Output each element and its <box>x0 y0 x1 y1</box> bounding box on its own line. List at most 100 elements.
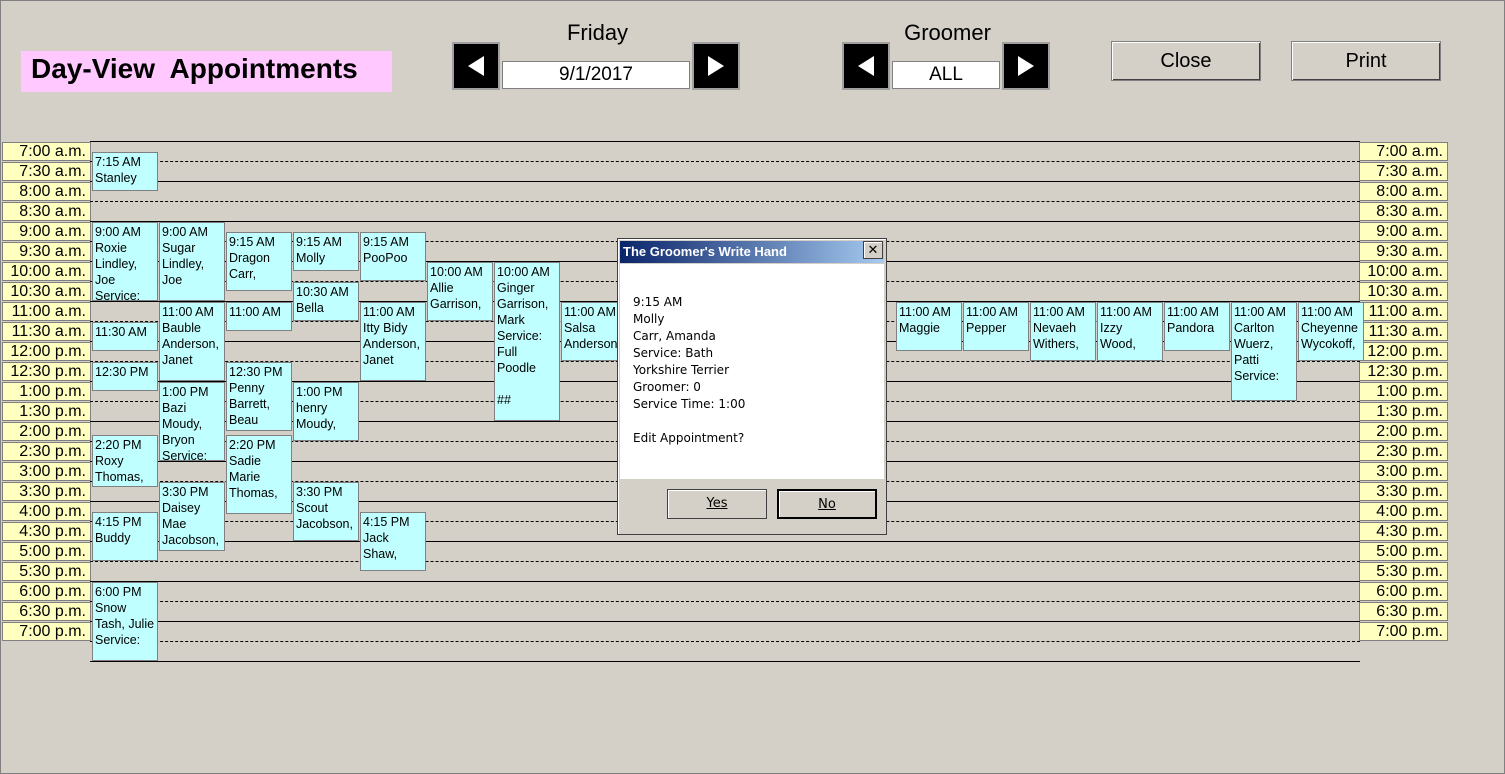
prev-groomer-button[interactable] <box>842 42 890 90</box>
time-label-left: 11:00 a.m. <box>2 302 91 321</box>
time-label-left: 12:30 p.m. <box>2 362 91 381</box>
time-label-right: 7:00 a.m. <box>1359 142 1448 161</box>
appointment-block[interactable]: 10:00 AM Ginger Garrison, Mark Service: … <box>494 262 560 421</box>
appointment-block[interactable]: 11:00 AM Pandora <box>1164 302 1230 351</box>
dialog-line: Carr, Amanda <box>633 329 716 343</box>
dialog-title: The Groomer's Write Hand <box>620 241 884 263</box>
time-label-right: 1:30 p.m. <box>1359 402 1448 421</box>
dialog-message: 9:15 AM Molly Carr, Amanda Service: Bath Yor… <box>620 264 884 479</box>
grid-line <box>90 561 1360 562</box>
appointment-block[interactable]: 11:00 AM Bauble Anderson, Janet <box>159 302 225 381</box>
groomer-field[interactable]: ALL <box>892 61 1000 89</box>
time-label-right: 2:30 p.m. <box>1359 442 1448 461</box>
appointment-block[interactable]: 11:00 AM <box>226 302 292 331</box>
grid-line <box>90 541 1360 542</box>
appointment-block[interactable]: 2:20 PM Roxy Thomas, <box>92 435 158 487</box>
arrow-right-icon <box>708 56 724 76</box>
next-day-button[interactable] <box>692 42 740 90</box>
prev-day-button[interactable] <box>452 42 500 90</box>
time-label-left: 4:00 p.m. <box>2 502 91 521</box>
appointment-block[interactable]: 11:00 AM Pepper <box>963 302 1029 351</box>
time-label-left: 1:00 p.m. <box>2 382 91 401</box>
dialog-line: Yorkshire Terrier <box>633 363 729 377</box>
time-label-left: 5:30 p.m. <box>2 562 91 581</box>
grid-line <box>90 581 1360 582</box>
time-label-left: 6:00 p.m. <box>2 582 91 601</box>
grid-line <box>90 201 1360 202</box>
appointment-block[interactable]: 3:30 PM Scout Jacobson, <box>293 482 359 541</box>
grid-line <box>90 141 1360 142</box>
time-label-left: 4:30 p.m. <box>2 522 91 541</box>
time-label-left: 2:00 p.m. <box>2 422 91 441</box>
appointment-block[interactable]: 12:30 PM <box>92 362 158 391</box>
time-label-left: 6:30 p.m. <box>2 602 91 621</box>
close-icon: ✕ <box>867 242 879 257</box>
time-label-left: 8:00 a.m. <box>2 182 91 201</box>
print-button[interactable]: Print <box>1291 41 1441 81</box>
groomer-label: Groomer <box>904 20 991 45</box>
time-label-left: 2:30 p.m. <box>2 442 91 461</box>
grid-line <box>90 641 1360 642</box>
appointment-block[interactable]: 3:30 PM Daisey Mae Jacobson, <box>159 482 225 551</box>
appointment-block[interactable]: 6:00 PM Snow Tash, Julie Service: <box>92 582 158 661</box>
next-groomer-button[interactable] <box>1002 42 1050 90</box>
time-label-left: 12:00 p.m. <box>2 342 91 361</box>
time-label-right: 3:00 p.m. <box>1359 462 1448 481</box>
appointment-block[interactable]: 7:15 AM Stanley <box>92 152 158 191</box>
time-label-right: 9:00 a.m. <box>1359 222 1448 241</box>
time-label-left: 3:00 p.m. <box>2 462 91 481</box>
time-label-left: 7:30 a.m. <box>2 162 91 181</box>
appointment-block[interactable]: 1:00 PM Bazi Moudy, Bryon Service: <box>159 382 225 461</box>
date-field[interactable]: 9/1/2017 <box>502 61 690 89</box>
appointment-block[interactable]: 11:00 AM Nevaeh Withers, <box>1030 302 1096 361</box>
appointment-block[interactable]: 11:30 AM <box>92 322 158 351</box>
time-label-left: 3:30 p.m. <box>2 482 91 501</box>
appointment-block[interactable]: 11:00 AM Maggie <box>896 302 962 351</box>
appointment-block[interactable]: 11:00 AM Carlton Wuerz, Patti Service: <box>1231 302 1297 401</box>
arrow-left-icon <box>468 56 484 76</box>
grid-line <box>90 621 1360 622</box>
appointment-block[interactable]: 9:15 AM Molly <box>293 232 359 271</box>
close-button[interactable]: Close <box>1111 41 1261 81</box>
appointment-block[interactable]: 4:15 PM Buddy <box>92 512 158 561</box>
dialog-line: 9:15 AM <box>633 295 683 309</box>
dialog-close-button[interactable]: ✕ <box>863 241 883 259</box>
appointment-block[interactable]: 9:00 AM Roxie Lindley, Joe Service: <box>92 222 158 301</box>
time-label-right: 11:00 a.m. <box>1359 302 1448 321</box>
time-label-left: 7:00 p.m. <box>2 622 91 641</box>
dialog-line <box>633 413 884 430</box>
time-label-right: 6:00 p.m. <box>1359 582 1448 601</box>
appointment-block[interactable]: 1:00 PM henry Moudy, <box>293 382 359 441</box>
time-label-right: 7:30 a.m. <box>1359 162 1448 181</box>
appointment-block[interactable]: 9:15 AM PooPoo <box>360 232 426 281</box>
appointment-block[interactable]: 11:00 AM Itty Bidy Anderson, Janet <box>360 302 426 381</box>
dialog-line: Edit Appointment? <box>633 431 745 445</box>
time-label-right: 6:30 p.m. <box>1359 602 1448 621</box>
dialog-line: Service Time: 1:00 <box>633 397 746 411</box>
appointment-block[interactable]: 12:30 PM Penny Barrett, Beau <box>226 362 292 431</box>
appointment-block[interactable]: 2:20 PM Sadie Marie Thomas, <box>226 435 292 514</box>
appointment-block[interactable]: 11:00 AM Izzy Wood, <box>1097 302 1163 361</box>
time-label-right: 4:00 p.m. <box>1359 502 1448 521</box>
time-label-right: 12:30 p.m. <box>1359 362 1448 381</box>
time-label-right: 2:00 p.m. <box>1359 422 1448 441</box>
time-label-right: 10:30 a.m. <box>1359 282 1448 301</box>
time-label-left: 9:00 a.m. <box>2 222 91 241</box>
appointment-block[interactable]: 10:00 AM Allie Garrison, <box>427 262 493 321</box>
time-label-left: 7:00 a.m. <box>2 142 91 161</box>
yes-button[interactable]: Yes <box>667 489 767 519</box>
appointment-block[interactable]: 11:00 AM Cheyenne Wycokoff, <box>1298 302 1364 361</box>
appointment-block[interactable]: 10:30 AM Bella <box>293 282 359 321</box>
no-button[interactable]: No <box>777 489 877 519</box>
arrow-left-icon <box>858 56 874 76</box>
grid-line <box>90 221 1360 222</box>
appointment-block[interactable]: 9:00 AM Sugar Lindley, Joe <box>159 222 225 301</box>
time-label-right: 3:30 p.m. <box>1359 482 1448 501</box>
grid-line <box>90 601 1360 602</box>
grid-line <box>90 181 1360 182</box>
appointment-block[interactable]: 9:15 AM Dragon Carr, <box>226 232 292 291</box>
appointment-block[interactable]: 4:15 PM Jack Shaw, <box>360 512 426 571</box>
time-label-right: 8:00 a.m. <box>1359 182 1448 201</box>
day-label: Friday <box>566 20 629 45</box>
time-label-left: 5:00 p.m. <box>2 542 91 561</box>
